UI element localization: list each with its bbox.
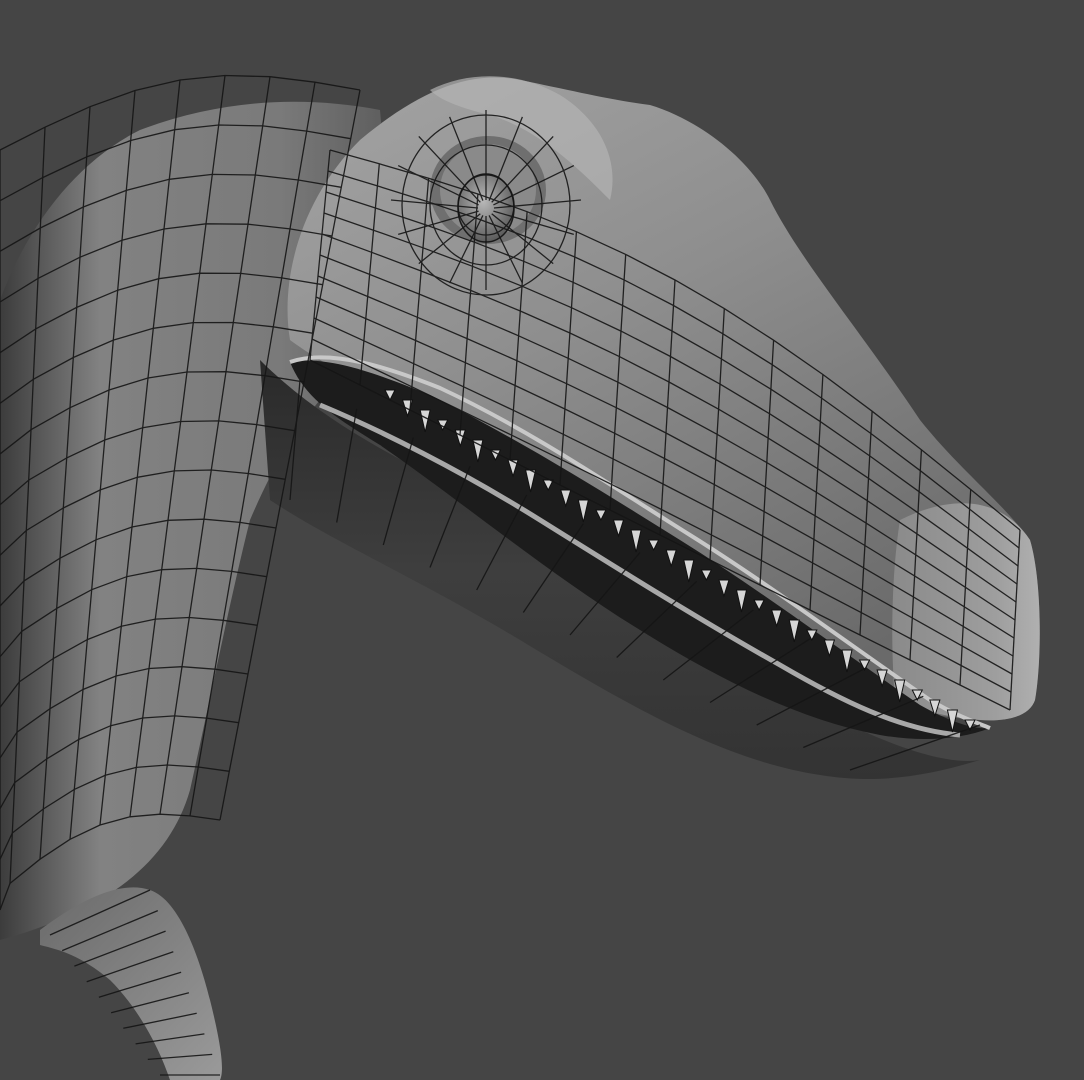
3d-viewport[interactable]	[0, 0, 1084, 1080]
arm-mesh	[40, 887, 222, 1080]
dinosaur-model	[0, 74, 1040, 1080]
